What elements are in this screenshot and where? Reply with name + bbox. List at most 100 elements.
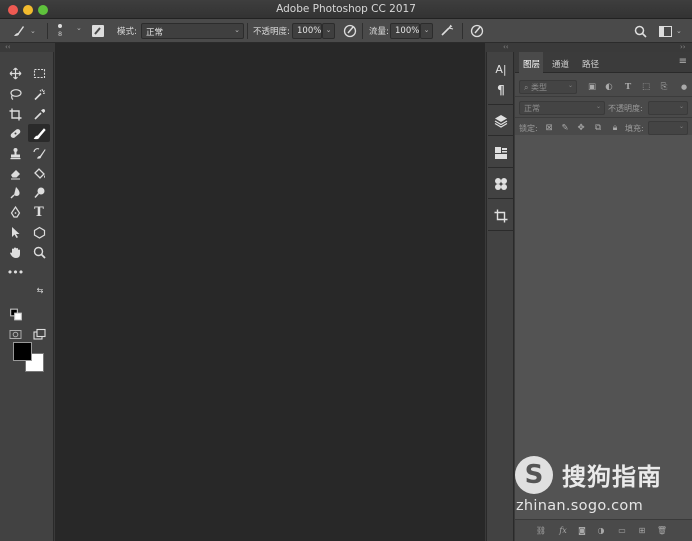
pen-icon (10, 205, 20, 218)
rect-marquee-icon (33, 68, 45, 78)
edit-toolbar-button[interactable]: ••• (4, 263, 26, 281)
trash-icon[interactable]: 🗑︎ (656, 525, 668, 537)
filter-adjustment-icon[interactable]: ◐ (603, 81, 615, 93)
filter-shape-icon[interactable]: ⬚ (640, 81, 652, 93)
add-mask-icon[interactable]: ◙ (576, 525, 588, 537)
swap-colors-button[interactable]: ⇆ (34, 284, 46, 296)
opacity-label: 不透明度: (253, 27, 290, 37)
clone-stamp-tool[interactable] (4, 144, 26, 162)
paragraph-icon: ¶ (497, 83, 505, 97)
properties-crop-button[interactable] (489, 207, 513, 225)
lock-image-icon[interactable]: ✎ (559, 122, 571, 134)
lock-transparent-icon[interactable]: ⊠ (543, 122, 555, 134)
filter-type-icon[interactable]: T (622, 81, 634, 93)
lock-all-icon[interactable]: 🔒︎ (609, 122, 621, 134)
eraser-tool[interactable] (4, 164, 26, 182)
blur-drop-icon (10, 186, 20, 198)
chevron-down-icon[interactable]: ⌄ (76, 24, 82, 32)
layer-opacity-field[interactable]: ⌄ (648, 101, 688, 115)
quick-mask-icon (9, 329, 21, 339)
screen-mode-button[interactable] (28, 325, 50, 343)
lock-label: 锁定: (519, 124, 538, 133)
collapse-dock-icon[interactable]: ‹‹ (503, 43, 509, 51)
paint-bucket-tool[interactable] (28, 164, 50, 182)
eyedropper-tool[interactable] (28, 105, 50, 123)
window-title: Adobe Photoshop CC 2017 (276, 3, 416, 15)
brush-icon (33, 127, 46, 139)
paragraph-panel-button[interactable]: ¶ (489, 81, 513, 99)
opacity-slider-toggle[interactable]: ⌄ (322, 23, 335, 39)
default-colors-icon (10, 308, 22, 320)
layers-footer: ⛓︎ fx ◙ ◑ ▭ ⊞ 🗑︎ (515, 519, 692, 541)
history-brush-tool[interactable] (28, 144, 50, 162)
document-canvas[interactable] (55, 43, 485, 541)
crop-tool[interactable] (4, 105, 26, 123)
blend-mode-dropdown[interactable]: 正常 ⌄ (519, 101, 605, 115)
magic-wand-tool[interactable] (28, 85, 50, 103)
dodge-tool[interactable] (28, 183, 50, 201)
airbrush-button[interactable] (440, 19, 455, 43)
mode-dropdown[interactable]: 正常 ⌄ (141, 23, 244, 39)
tab-paths[interactable]: 路径 (578, 52, 604, 73)
move-tool[interactable] (4, 64, 26, 82)
watermark-brand: 搜狗指南 (562, 463, 662, 491)
flow-slider-toggle[interactable]: ⌄ (420, 23, 433, 39)
pressure-opacity-button[interactable] (343, 19, 357, 43)
zoom-tool[interactable] (28, 243, 50, 261)
new-layer-icon[interactable]: ⊞ (636, 525, 648, 537)
fill-field[interactable]: ⌄ (648, 121, 688, 135)
layer-opacity-label: 不透明度: (608, 104, 643, 113)
pressure-size-button[interactable] (470, 19, 484, 43)
tab-channels[interactable]: 通道 (548, 52, 574, 73)
panel-menu-icon[interactable]: ≡ (679, 56, 687, 67)
shape-tool[interactable] (28, 223, 50, 241)
tab-layers[interactable]: 图层 (519, 52, 543, 73)
foreground-color-swatch[interactable] (13, 342, 32, 361)
fx-icon[interactable]: fx (557, 525, 569, 537)
paint-bucket-icon (33, 167, 45, 179)
tool-preset-picker[interactable]: ⌄ (12, 19, 36, 43)
libraries-panel-button[interactable] (489, 144, 513, 162)
fill-label: 填充: (625, 124, 644, 133)
layers-panel-button[interactable] (489, 112, 513, 130)
filter-pixel-icon[interactable]: ▣ (586, 81, 598, 93)
brush-panel-toggle[interactable] (91, 19, 105, 43)
eyedropper-icon (33, 108, 45, 120)
marquee-tool[interactable] (28, 64, 50, 82)
brush-tip-icon (58, 24, 63, 28)
brush-size-picker[interactable]: 8 (58, 19, 62, 43)
flow-value: 100% (395, 26, 420, 36)
quick-mask-button[interactable] (4, 325, 26, 343)
search-button[interactable] (634, 19, 647, 43)
chevron-down-icon: ⌄ (567, 82, 573, 89)
opacity-field[interactable]: 100% (292, 23, 322, 39)
brush-icon (14, 26, 24, 36)
lock-artboard-icon[interactable]: ⧉ (592, 122, 604, 134)
zoom-icon (33, 246, 46, 259)
workspace-switcher[interactable]: ⌄ (659, 19, 682, 43)
new-group-icon[interactable]: ▭ (616, 525, 628, 537)
link-layers-icon[interactable]: ⛓︎ (535, 525, 547, 537)
pen-tool[interactable] (4, 203, 26, 221)
healing-brush-tool[interactable] (4, 124, 26, 142)
blur-tool[interactable] (4, 183, 26, 201)
arrow-cursor-icon (11, 226, 19, 238)
filter-toggle-icon[interactable]: ● (678, 81, 690, 93)
layer-filter-type-dropdown[interactable]: ⌕ 类型 ⌄ (519, 80, 577, 94)
brush-tool[interactable] (28, 124, 50, 142)
blend-mode-value: 正常 (524, 104, 540, 113)
hand-tool[interactable] (4, 243, 26, 261)
lock-position-icon[interactable]: ✥ (575, 122, 587, 134)
character-panel-button[interactable]: A| (489, 60, 513, 78)
default-colors-button[interactable] (10, 308, 22, 320)
new-adjustment-icon[interactable]: ◑ (595, 525, 607, 537)
workspace-icon (659, 25, 672, 37)
swatches-panel-button[interactable] (489, 175, 513, 193)
type-tool[interactable]: T (28, 203, 50, 221)
collapse-toolbar-icon[interactable]: ‹‹ (5, 43, 11, 51)
filter-smart-object-icon[interactable]: ⎘ (658, 81, 670, 93)
collapse-panel-icon[interactable]: ›› (680, 43, 686, 51)
flow-field[interactable]: 100% (390, 23, 420, 39)
path-selection-tool[interactable] (4, 223, 26, 241)
lasso-tool[interactable] (4, 85, 26, 103)
